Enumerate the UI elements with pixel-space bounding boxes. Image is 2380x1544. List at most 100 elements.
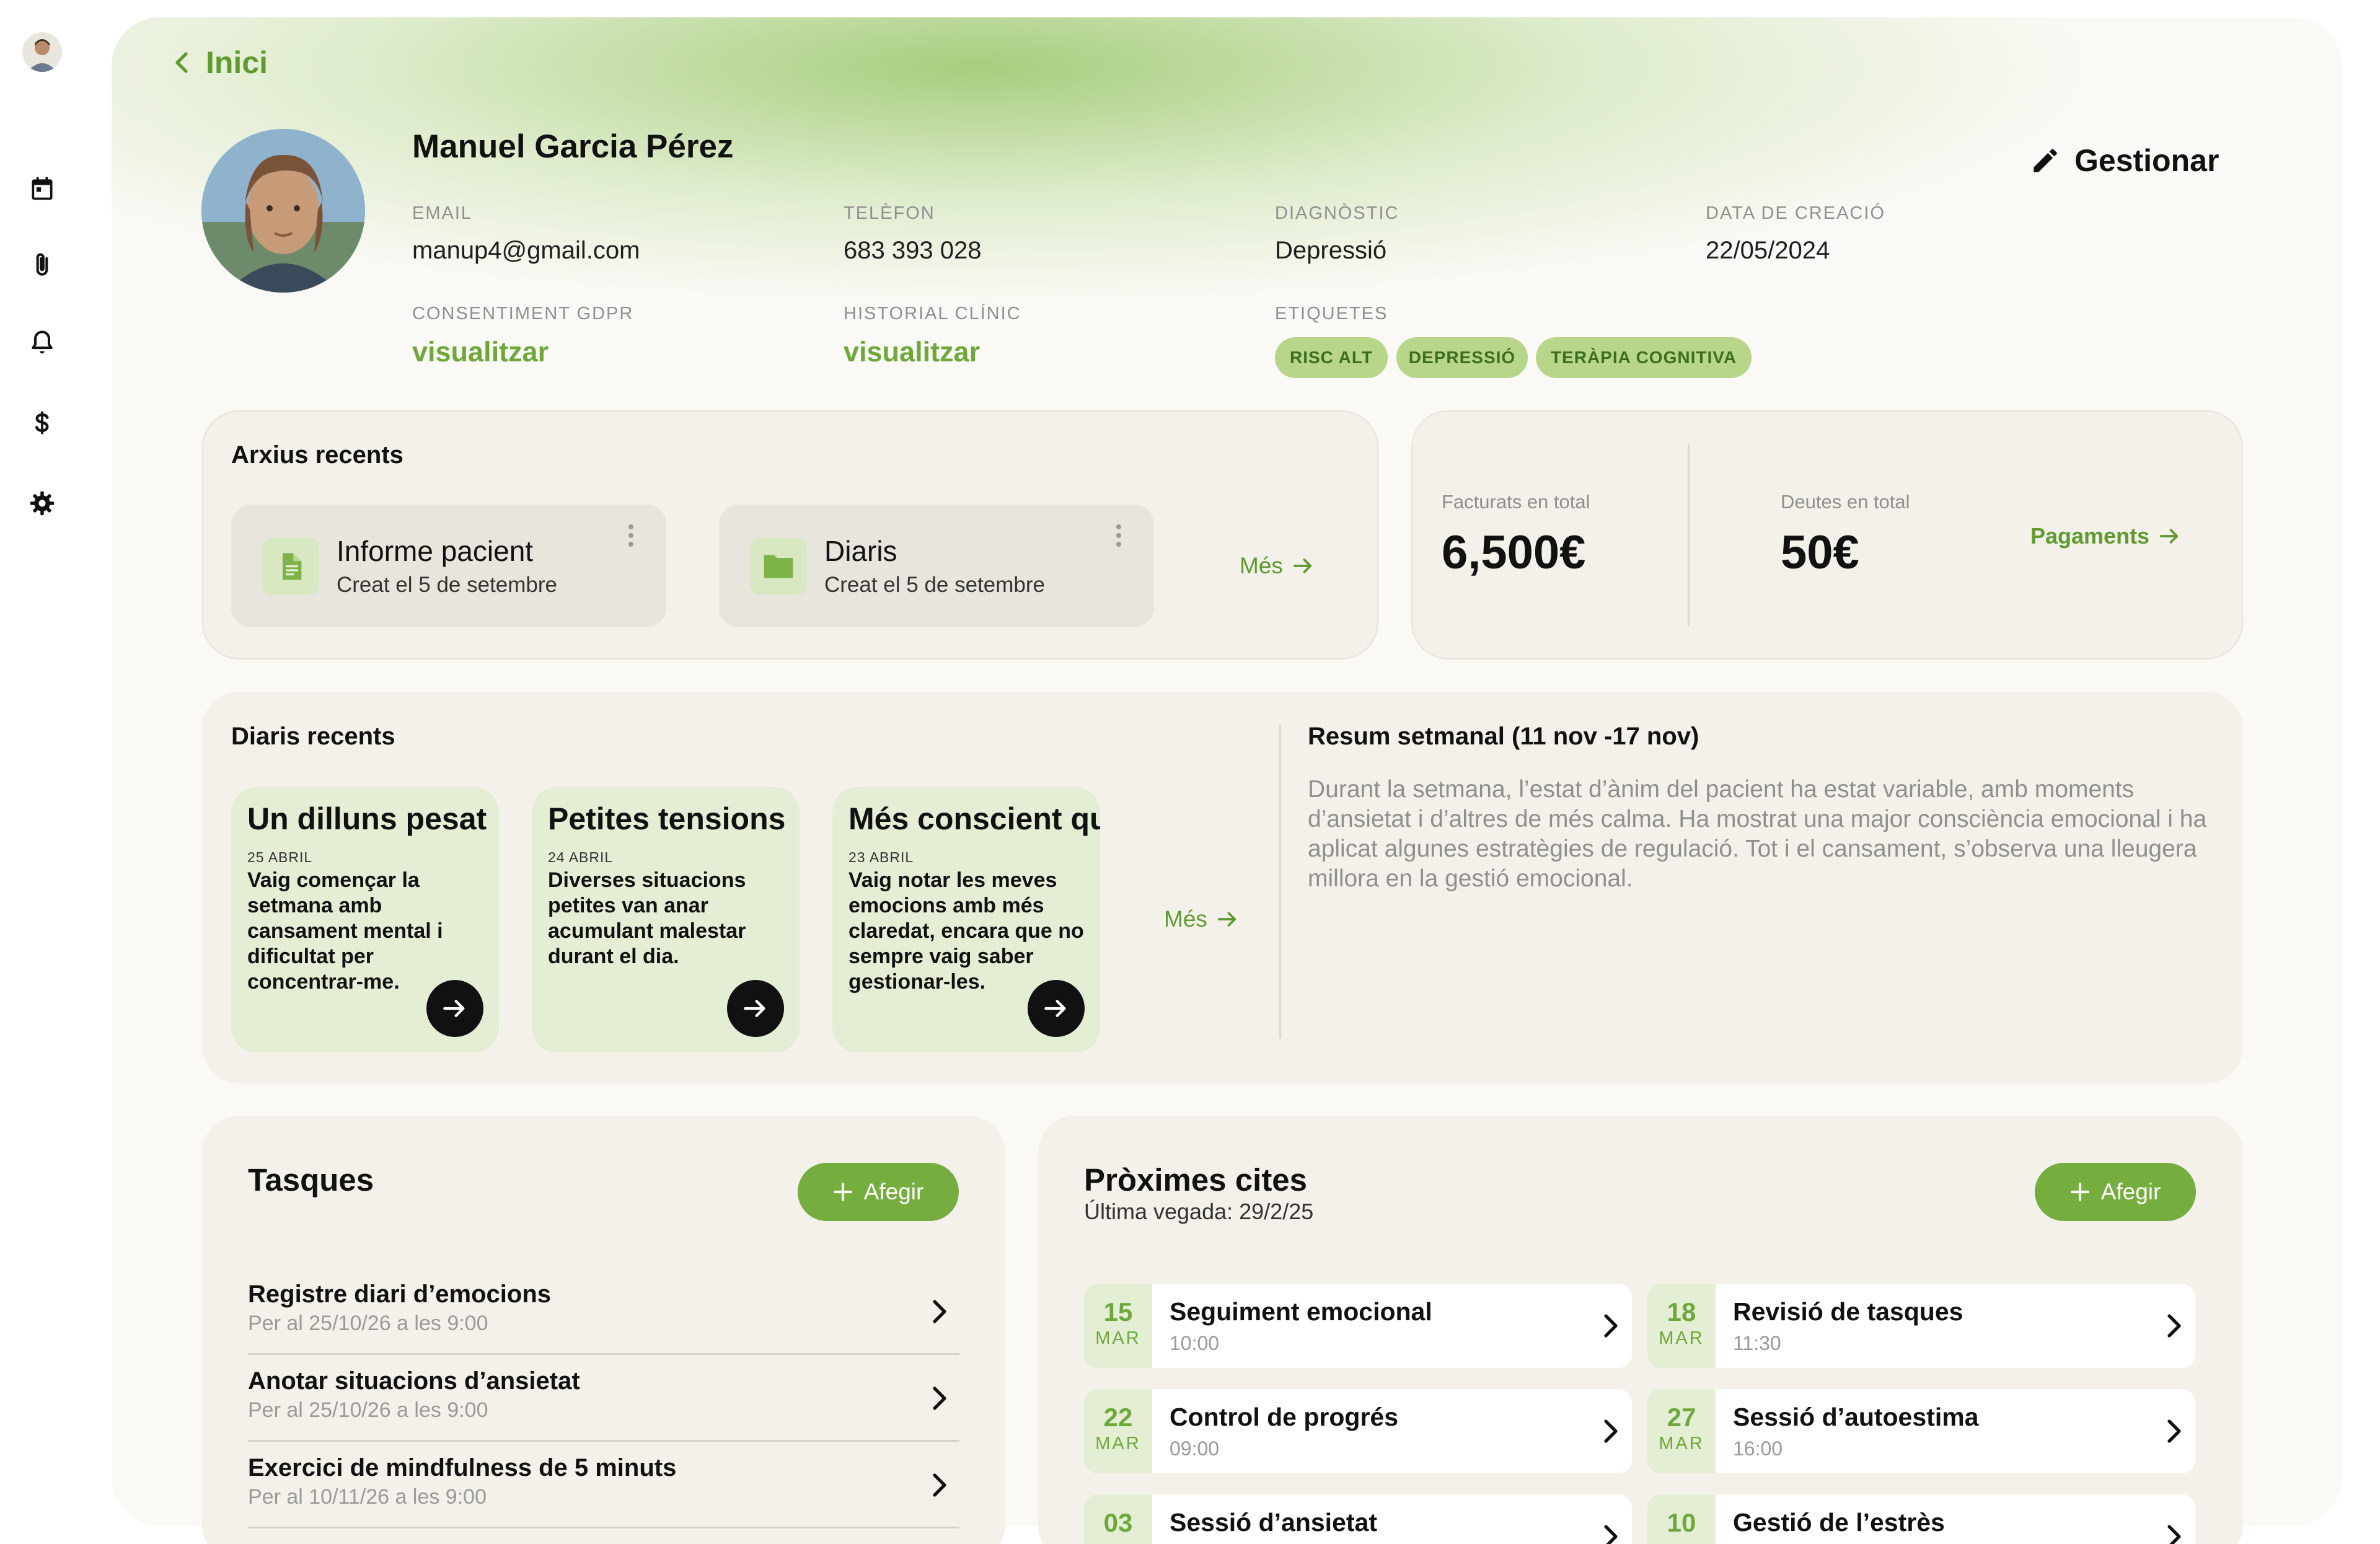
calendar-icon[interactable]	[29, 175, 56, 202]
folder-icon	[750, 538, 807, 595]
task-item[interactable]: Exercici de mindfulness de 5 minuts Per …	[248, 1444, 959, 1529]
appointment-day: 27	[1667, 1403, 1696, 1432]
payments-link[interactable]: Pagaments	[2030, 523, 2180, 549]
appointment-month: MAR	[1659, 1434, 1704, 1454]
payments-label: Pagaments	[2030, 523, 2150, 549]
file-subtitle: Creat el 5 de setembre	[337, 573, 558, 597]
chevron-right-icon	[933, 1300, 946, 1323]
appointment-month: MAR	[1659, 1328, 1704, 1348]
debts-value: 50€	[1781, 526, 1859, 579]
diary-card[interactable]: Més conscient qu 23 ABRIL Vaig notar les…	[832, 787, 1100, 1052]
task-due: Per al 10/11/26 a les 9:00	[248, 1485, 487, 1509]
appointment-title: Control de progrés	[1170, 1403, 1399, 1431]
sidebar	[0, 0, 112, 1544]
tag-depressio[interactable]: DEPRESSIÓ	[1396, 337, 1528, 378]
arrow-right-icon	[744, 1000, 765, 1017]
files-more-link[interactable]: Més	[1240, 553, 1314, 579]
paperclip-icon[interactable]	[29, 252, 56, 279]
file-name: Diaris	[824, 535, 897, 567]
kebab-menu-icon[interactable]	[627, 523, 635, 548]
avatar[interactable]	[22, 32, 62, 72]
tag-risc-alt[interactable]: RISC ALT	[1275, 337, 1388, 378]
manage-button[interactable]: Gestionar	[2030, 143, 2219, 179]
appointment-title: Seguiment emocional	[1170, 1297, 1432, 1326]
file-card-diaris[interactable]: Diaris Creat el 5 de setembre	[719, 505, 1154, 627]
summary-title: Resum setmanal (11 nov -17 nov)	[1308, 723, 1699, 750]
appointment-date: 15 MAR	[1084, 1284, 1152, 1368]
diagnosis-value: Depressió	[1275, 237, 1387, 264]
email-label: EMAIL	[412, 203, 473, 223]
task-item[interactable]: Registre diari d’emocions Per al 25/10/2…	[248, 1271, 959, 1355]
patient-name: Manuel Garcia Pérez	[412, 128, 734, 165]
open-diary-button[interactable]	[426, 980, 483, 1037]
chevron-right-icon	[2167, 1419, 2181, 1443]
tag-terapia-cognitiva[interactable]: TERÀPIA COGNITIVA	[1536, 337, 1752, 378]
add-task-label: Afegir	[863, 1179, 924, 1204]
appointment-day: 18	[1667, 1297, 1696, 1326]
pencil-icon	[2034, 149, 2057, 172]
add-appointment-button[interactable]: Afegir	[2035, 1163, 2196, 1221]
gdpr-link[interactable]: visualitzar	[412, 336, 549, 368]
summary-divider	[1279, 724, 1281, 1039]
arrow-right-icon	[1044, 1000, 1066, 1017]
appointment-time: 16:00	[1733, 1437, 1783, 1460]
history-link[interactable]: visualitzar	[844, 336, 980, 368]
summary-text: Durant la setmana, l’estat d’ànim del pa…	[1308, 776, 2207, 892]
diary-date: 24 ABRIL	[548, 849, 614, 865]
back-link[interactable]: Inici	[172, 45, 268, 81]
phone-label: TELÈFON	[844, 203, 935, 223]
chevron-right-icon	[933, 1387, 946, 1410]
diary-title: Un dilluns pesat	[247, 801, 487, 836]
chevron-right-icon	[1604, 1419, 1618, 1443]
arrow-right-icon	[1217, 912, 1236, 927]
appointment-item[interactable]: 22 MAR Control de progrés 09:00	[1084, 1389, 1632, 1473]
appointment-item[interactable]: 15 MAR Seguiment emocional 10:00	[1084, 1284, 1632, 1368]
email-value: manup4@gmail.com	[412, 237, 640, 264]
diaries-title: Diaris recents	[231, 723, 395, 750]
created-label: DATA DE CREACIÓ	[1706, 203, 1885, 223]
arrow-right-icon	[443, 1000, 465, 1017]
appointment-month: MAR	[1095, 1434, 1141, 1454]
appointment-time: 11:30	[1733, 1332, 1781, 1354]
appointment-title: Sessió d’autoestima	[1733, 1403, 1979, 1431]
file-card-informe[interactable]: Informe pacient Creat el 5 de setembre	[231, 505, 666, 627]
diaries-more-link[interactable]: Més	[1164, 906, 1238, 932]
invoiced-label: Facturats en total	[1442, 491, 1590, 513]
add-appointment-label: Afegir	[2100, 1179, 2161, 1204]
arrow-right-icon	[1293, 558, 1312, 573]
task-title: Anotar situacions d’ansietat	[248, 1367, 580, 1395]
bell-icon[interactable]	[29, 329, 56, 356]
open-diary-button[interactable]	[727, 980, 784, 1037]
appointment-item[interactable]: 18 MAR Revisió de tasques 11:30	[1647, 1284, 2195, 1368]
tasks-title: Tasques	[248, 1162, 374, 1198]
diary-title: Més conscient qu	[848, 801, 1100, 836]
file-subtitle: Creat el 5 de setembre	[824, 573, 1046, 597]
diary-card[interactable]: Petites tensions 24 ABRIL Diverses situa…	[532, 787, 800, 1052]
document-icon	[262, 538, 319, 595]
add-task-button[interactable]: Afegir	[798, 1163, 959, 1221]
chevron-right-icon	[933, 1473, 946, 1497]
task-item[interactable]: Anotar situacions d’ansietat Per al 25/1…	[248, 1357, 959, 1442]
appointment-time: 10:00	[1170, 1332, 1220, 1354]
kebab-menu-icon[interactable]	[1114, 523, 1123, 548]
task-due: Per al 25/10/26 a les 9:00	[248, 1398, 488, 1422]
recent-files-title: Arxius recents	[231, 441, 403, 469]
appointment-title: Revisió de tasques	[1733, 1297, 1963, 1326]
appointment-item[interactable]: 27 MAR Sessió d’autoestima 16:00	[1647, 1389, 2195, 1473]
chevron-right-icon	[2167, 1314, 2181, 1338]
patient-photo[interactable]	[201, 129, 365, 293]
debts-label: Deutes en total	[1781, 491, 1910, 513]
diaries-more-label: Més	[1164, 906, 1207, 932]
appointment-date: 18 MAR	[1647, 1284, 1716, 1368]
open-diary-button[interactable]	[1028, 980, 1085, 1037]
gear-icon[interactable]	[29, 490, 56, 517]
appointment-month: MAR	[1095, 1328, 1141, 1348]
diary-card[interactable]: Un dilluns pesat 25 ABRIL Vaig començar …	[231, 787, 499, 1052]
appointment-time: 09:00	[1170, 1437, 1220, 1460]
plus-icon	[2070, 1183, 2089, 1201]
diary-date: 23 ABRIL	[848, 849, 914, 865]
page-bottom-strip	[0, 1526, 2380, 1544]
dollar-icon[interactable]	[29, 409, 56, 436]
billing-divider	[1688, 444, 1690, 627]
appointment-date: 27 MAR	[1647, 1389, 1716, 1473]
